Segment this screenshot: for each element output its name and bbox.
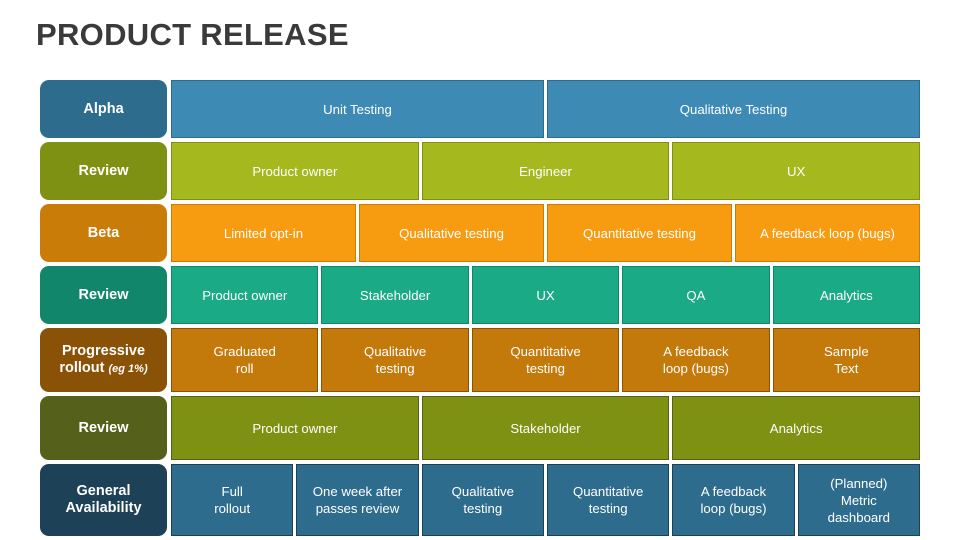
stage-cell[interactable]: Qualitative testing bbox=[321, 328, 469, 392]
stage-row: Review Product owner Stakeholder Analytics bbox=[40, 396, 921, 460]
stage-cell-group: Graduated roll Qualitative testing Quantitat… bbox=[171, 328, 921, 392]
stage-cell-label: Sample Text bbox=[823, 344, 869, 376]
stage-row: General Availability Full rollout One week … bbox=[40, 464, 920, 536]
stage-cell-label: Quantitative testing bbox=[583, 225, 696, 241]
stage-cell-label: UX bbox=[536, 287, 555, 303]
stage-cell[interactable]: Qualitative Testing bbox=[547, 80, 920, 138]
stage-cell[interactable]: Full rollout bbox=[171, 464, 294, 536]
stage-cell-group: Product owner Engineer UX bbox=[171, 142, 921, 200]
stage-cell-label: Graduated roll bbox=[213, 344, 276, 376]
stage-cell-label: Qualitative Testing bbox=[679, 101, 788, 117]
stage-label-text: General Availability bbox=[65, 483, 142, 516]
stage-cell-label: Full rollout bbox=[214, 484, 251, 516]
stage-row: Review Product owner Stakeholder UX QA Analyt… bbox=[40, 266, 921, 324]
stage-cell[interactable]: Qualitative testing bbox=[421, 464, 544, 536]
stage-label[interactable]: Beta bbox=[40, 204, 167, 262]
stage-cell[interactable]: Quantitative testing bbox=[471, 328, 620, 392]
stage-cell-label: A feedback loop (bugs) bbox=[662, 344, 729, 376]
stage-cell-label: Product owner bbox=[202, 287, 288, 303]
stage-cell[interactable]: Quantitative testing bbox=[546, 464, 670, 536]
stage-cell[interactable]: Stakeholder bbox=[321, 266, 469, 324]
stage-cell-group: Full rollout One week after passes review Qu… bbox=[171, 464, 920, 536]
stage-cell[interactable]: A feedback loop (bugs) bbox=[622, 328, 770, 392]
stage-cell-label: Quantitative testing bbox=[510, 344, 581, 376]
stage-cell[interactable]: UX bbox=[471, 266, 620, 324]
stage-cell[interactable]: Qualitative testing bbox=[359, 204, 544, 262]
stage-cell-label: Product owner bbox=[252, 163, 338, 179]
stage-cell-label: Qualitative testing bbox=[399, 225, 504, 241]
slide-canvas: PRODUCT RELEASE Alpha Unit Testing Qualita… bbox=[0, 0, 960, 540]
stage-cell-group: Limited opt-in Qualitative testing Quantit… bbox=[171, 204, 920, 262]
stage-cell-label: UX bbox=[787, 163, 806, 179]
stage-label[interactable]: Progressive rollout (eg 1%) bbox=[40, 328, 167, 392]
stage-cell-label: Stakeholder bbox=[510, 420, 581, 436]
stage-cell-label: Unit Testing bbox=[323, 101, 392, 117]
stage-cell-label: A feedback loop (bugs) bbox=[700, 484, 767, 516]
stage-cell-label: Quantitative testing bbox=[572, 484, 644, 516]
stage-cell[interactable]: (Planned) Metric dashboard bbox=[797, 464, 920, 536]
stage-cell-group: Product owner Stakeholder Analytics bbox=[171, 396, 921, 460]
stage-cell[interactable]: Analytics bbox=[672, 396, 921, 460]
stage-cell[interactable]: UX bbox=[672, 142, 921, 200]
stage-label-text: Review bbox=[78, 162, 129, 179]
stage-row: Beta Limited opt-in Qualitative testing Qua… bbox=[40, 204, 920, 262]
stage-cell-group: Product owner Stakeholder UX QA Analytics bbox=[171, 266, 921, 324]
stage-cell[interactable]: Product owner bbox=[171, 396, 419, 460]
stage-cell[interactable]: A feedback loop (bugs) bbox=[672, 464, 795, 536]
stage-cell[interactable]: Analytics bbox=[772, 266, 921, 324]
stage-cell-label: Qualitative testing bbox=[363, 344, 427, 376]
stage-cell-label: One week after passes review bbox=[312, 484, 403, 516]
stage-cell-label: Analytics bbox=[819, 287, 873, 303]
stage-row: Review Product owner Engineer UX bbox=[40, 142, 921, 200]
stage-label[interactable]: Review bbox=[40, 266, 167, 324]
stage-cell[interactable]: Unit Testing bbox=[171, 80, 544, 138]
stage-cell-label: Stakeholder bbox=[359, 287, 431, 303]
stage-cell[interactable]: Graduated roll bbox=[171, 328, 319, 392]
stage-label-text: Beta bbox=[87, 224, 120, 241]
stage-label-text: Review bbox=[78, 419, 129, 436]
stage-row: Alpha Unit Testing Qualitative Testing bbox=[40, 80, 920, 138]
stage-cell-label: Product owner bbox=[252, 420, 338, 436]
stage-row: Progressive rollout (eg 1%) Graduated roll… bbox=[40, 328, 921, 392]
stage-cell[interactable]: Stakeholder bbox=[421, 396, 670, 460]
stage-cell[interactable]: Sample Text bbox=[772, 328, 921, 392]
stage-label-subtext: (eg 1%) bbox=[108, 362, 148, 375]
stage-cell[interactable]: One week after passes review bbox=[296, 464, 419, 536]
stage-cell-group: Unit Testing Qualitative Testing bbox=[171, 80, 920, 138]
stage-label-text: Alpha bbox=[83, 100, 124, 117]
page-title: PRODUCT RELEASE bbox=[36, 17, 349, 52]
stage-cell-label: Limited opt-in bbox=[223, 225, 304, 241]
stage-label-text: Review bbox=[78, 286, 129, 303]
stage-label[interactable]: Alpha bbox=[40, 80, 167, 138]
stage-cell[interactable]: Limited opt-in bbox=[171, 204, 356, 262]
stage-cell[interactable]: Quantitative testing bbox=[547, 204, 732, 262]
stage-cell[interactable]: Product owner bbox=[171, 266, 319, 324]
stage-cell[interactable]: Engineer bbox=[421, 142, 670, 200]
stage-cell-label: Engineer bbox=[519, 163, 572, 179]
stage-cell-label: Qualitative testing bbox=[451, 484, 514, 516]
stage-label[interactable]: Review bbox=[40, 396, 167, 460]
stage-label[interactable]: General Availability bbox=[40, 464, 167, 536]
stage-label[interactable]: Review bbox=[40, 142, 167, 200]
stage-cell[interactable]: Product owner bbox=[171, 142, 419, 200]
stage-cell-label: (Planned) Metric dashboard bbox=[827, 475, 890, 525]
stage-cell[interactable]: QA bbox=[622, 266, 770, 324]
release-stage-table: Alpha Unit Testing Qualitative Testing Revi… bbox=[40, 80, 921, 540]
stage-cell-label: Analytics bbox=[769, 420, 823, 436]
stage-cell-label: QA bbox=[686, 287, 706, 303]
stage-cell-label: A feedback loop (bugs) bbox=[760, 225, 895, 241]
stage-cell[interactable]: A feedback loop (bugs) bbox=[735, 204, 920, 262]
